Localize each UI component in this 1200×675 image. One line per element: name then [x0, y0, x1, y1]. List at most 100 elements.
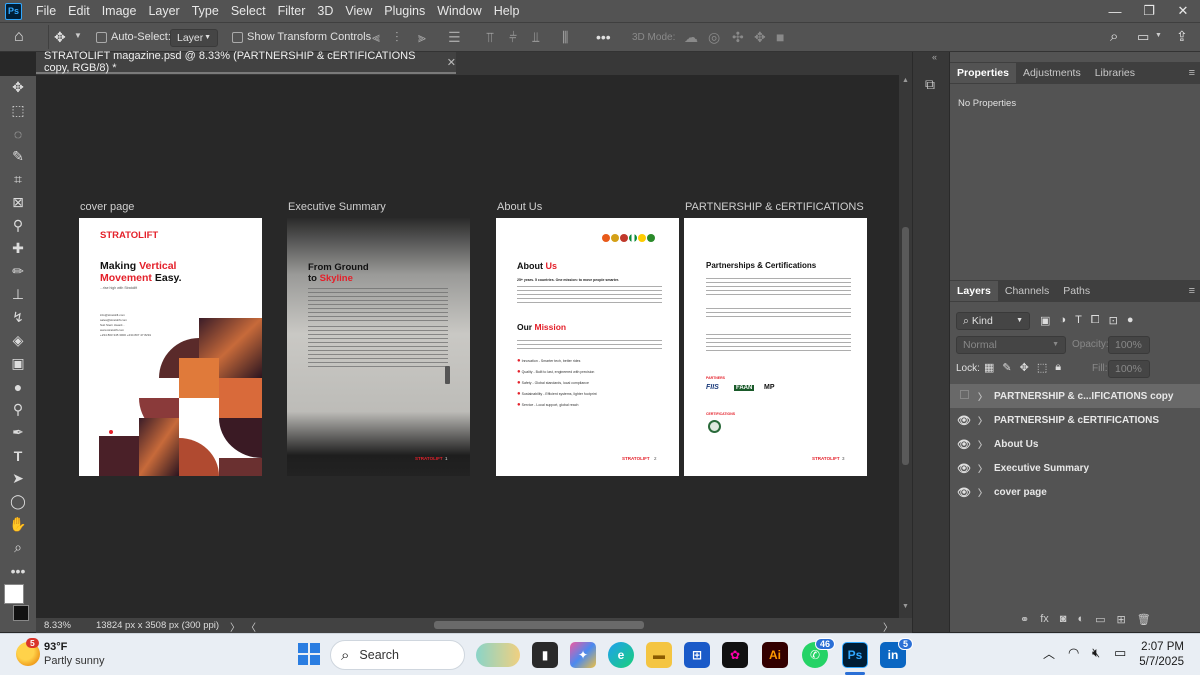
move-tool-icon[interactable]: ✥: [0, 76, 36, 99]
menu-3d[interactable]: 3D: [311, 4, 339, 18]
path-select-tool-icon[interactable]: ➤: [0, 467, 36, 490]
horizontal-scrollbar-thumb[interactable]: [434, 621, 644, 629]
tab-adjustments[interactable]: Adjustments: [1016, 63, 1088, 83]
eye-icon[interactable]: 👁︎: [950, 414, 978, 427]
copilot-icon[interactable]: ✦: [570, 642, 596, 668]
align-right-icon[interactable]: ⫸: [418, 29, 426, 46]
move-tool-icon[interactable]: ✥: [54, 29, 66, 46]
layer-row[interactable]: 👁︎ 〉 Executive Summary: [950, 456, 1200, 480]
linkedin-icon[interactable]: in 5: [880, 638, 913, 668]
more-options-icon[interactable]: •••: [596, 29, 611, 45]
eye-icon[interactable]: 👁︎: [950, 486, 978, 499]
zoom-level[interactable]: 8.33%: [44, 620, 71, 631]
workspace-icon[interactable]: ▭: [1137, 29, 1149, 45]
align-middle-icon[interactable]: ⫩: [509, 29, 517, 46]
frame-tool-icon[interactable]: ⊠: [0, 191, 36, 214]
share-icon[interactable]: ⇪: [1176, 28, 1188, 45]
artboard-label-partnerships[interactable]: PARTNERSHIP & cERTIFICATIONS: [685, 201, 864, 213]
artboard-label-about-us[interactable]: About Us: [497, 201, 542, 213]
distribute-icon[interactable]: ☰: [448, 29, 461, 46]
search-icon[interactable]: ⌕: [1110, 28, 1118, 45]
menu-image[interactable]: Image: [96, 4, 143, 18]
chevron-right-icon[interactable]: 〉: [230, 619, 240, 634]
close-icon[interactable]: ✕: [1166, 0, 1200, 22]
lock-artboard-icon[interactable]: ⬚: [1037, 361, 1047, 374]
artboard-cover-page[interactable]: STRATOLIFT Making Vertical Movement Easy…: [79, 218, 262, 476]
chevron-right-icon[interactable]: 〉: [883, 619, 893, 634]
show-transform-checkbox[interactable]: Show Transform Controls: [232, 31, 371, 43]
artboard-label-cover[interactable]: cover page: [80, 201, 134, 213]
background-color-swatch[interactable]: [13, 605, 29, 621]
menu-type[interactable]: Type: [186, 4, 225, 18]
photoshop-taskbar-icon[interactable]: Ps: [842, 642, 868, 668]
edge-browser-icon[interactable]: e: [608, 642, 634, 668]
chevron-right-icon[interactable]: 〉: [978, 438, 994, 451]
3d-slide-icon[interactable]: ✥: [754, 29, 766, 46]
whatsapp-icon[interactable]: ✆ 46: [802, 638, 835, 668]
menu-view[interactable]: View: [339, 4, 378, 18]
layer-row[interactable]: 👁︎ 〉 PARTNERSHIP & cERTIFICATIONS: [950, 408, 1200, 432]
scrollbar-thumb[interactable]: [902, 227, 909, 465]
lock-transparent-icon[interactable]: ▦: [984, 361, 994, 374]
lock-all-icon[interactable]: 🔒︎: [1055, 361, 1061, 374]
filter-toggle-icon[interactable]: ●: [1127, 314, 1134, 327]
distribute-vertical-icon[interactable]: ⫼: [562, 29, 568, 46]
copilot-widget-icon[interactable]: [476, 643, 520, 667]
opacity-input[interactable]: 100%: [1108, 336, 1150, 354]
menu-window[interactable]: Window: [431, 4, 487, 18]
stamp-tool-icon[interactable]: ⊥: [0, 283, 36, 306]
blend-mode-dropdown[interactable]: Normal ▼: [956, 336, 1066, 354]
canvas-area[interactable]: cover page STRATOLIFT Making Vertical Mo…: [36, 75, 899, 618]
tab-layers[interactable]: Layers: [950, 281, 998, 301]
shape-tool-icon[interactable]: ◯: [0, 490, 36, 513]
add-mask-icon[interactable]: ◙: [1060, 613, 1067, 626]
clock-time[interactable]: 2:07 PM: [1138, 641, 1184, 653]
crop-tool-icon[interactable]: ⌗: [0, 168, 36, 191]
3d-scale-icon[interactable]: ■: [776, 29, 784, 45]
eye-icon[interactable]: 👁︎: [950, 462, 978, 475]
taskbar-search-box[interactable]: ⌕ Search: [330, 640, 465, 670]
align-bottom-icon[interactable]: ⫫: [532, 29, 540, 46]
chevron-right-icon[interactable]: 〉: [978, 462, 994, 475]
visibility-off-icon[interactable]: [950, 390, 978, 402]
fx-icon[interactable]: fx: [1040, 613, 1049, 626]
foreground-color-swatch[interactable]: [4, 584, 24, 604]
menu-select[interactable]: Select: [225, 4, 272, 18]
clock-date[interactable]: 5/7/2025: [1138, 656, 1184, 668]
artboard-executive-summary[interactable]: From Ground to Skyline STRATOLIFT 1: [287, 218, 470, 476]
healing-brush-tool-icon[interactable]: ✚: [0, 237, 36, 260]
zoom-tool-icon[interactable]: ⌕: [0, 536, 36, 559]
auto-select-checkbox[interactable]: Auto-Select:: [96, 31, 171, 43]
menu-layer[interactable]: Layer: [142, 4, 185, 18]
panel-menu-icon[interactable]: ≡: [1189, 285, 1195, 297]
layer-filter-kind-dropdown[interactable]: ⌕ Kind ▼: [956, 312, 1030, 330]
more-tools-icon[interactable]: •••: [0, 559, 36, 582]
checkbox-box[interactable]: [232, 31, 243, 43]
3d-orbit-icon[interactable]: ☁: [684, 29, 698, 46]
layer-row[interactable]: 〉 PARTNERSHIP & c...IFICATIONS copy: [950, 384, 1200, 408]
gradient-tool-icon[interactable]: ▣: [0, 352, 36, 375]
chevron-down-icon[interactable]: ▼: [1155, 32, 1162, 39]
panel-menu-icon[interactable]: ≡: [1189, 67, 1195, 79]
artboard-partnerships-certifications[interactable]: Partnerships & Certifications PARTNERS F…: [684, 218, 867, 476]
pixel-filter-icon[interactable]: ▣: [1040, 314, 1050, 327]
lock-position-icon[interactable]: ✥: [1020, 361, 1029, 374]
tab-libraries[interactable]: Libraries: [1088, 63, 1142, 83]
lasso-tool-icon[interactable]: ◌: [0, 122, 36, 145]
chevron-right-icon[interactable]: 〉: [978, 390, 994, 403]
align-center-icon[interactable]: ⫶: [395, 29, 399, 46]
brush-tool-icon[interactable]: ✏: [0, 260, 36, 283]
shape-filter-icon[interactable]: ⧠: [1091, 314, 1100, 327]
weather-condition[interactable]: Partly sunny: [44, 655, 105, 667]
chevron-up-icon[interactable]: ︿: [1043, 645, 1055, 662]
document-tab[interactable]: STRATOLIFT magazine.psd @ 8.33% (PARTNER…: [36, 50, 456, 74]
auto-select-target-dropdown[interactable]: Layer ▼: [170, 29, 218, 47]
delete-layer-icon[interactable]: 🗑︎: [1137, 613, 1151, 626]
quick-select-tool-icon[interactable]: ✎: [0, 145, 36, 168]
chevron-left-icon[interactable]: 〈: [246, 619, 256, 634]
home-icon[interactable]: ⌂: [14, 28, 24, 46]
smart-object-filter-icon[interactable]: ⊡: [1109, 314, 1118, 327]
eyedropper-tool-icon[interactable]: ⚲: [0, 214, 36, 237]
tab-paths[interactable]: Paths: [1056, 281, 1097, 301]
new-group-icon[interactable]: ▭: [1095, 613, 1105, 626]
